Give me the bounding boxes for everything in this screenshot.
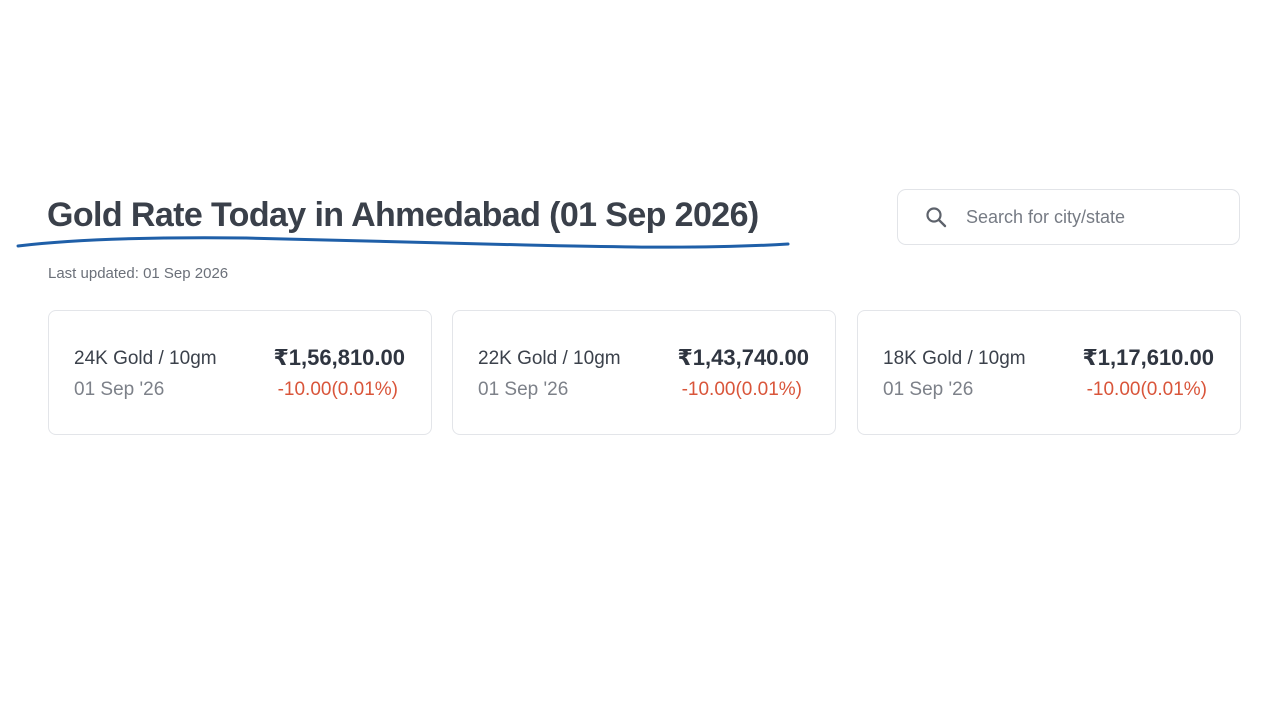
rate-card-18k[interactable]: 18K Gold / 10gm 01 Sep '26 ₹1,17,610.00 … <box>857 310 1241 435</box>
search-icon <box>922 203 950 231</box>
rate-card-24k[interactable]: 24K Gold / 10gm 01 Sep '26 ₹1,56,810.00 … <box>48 310 432 435</box>
last-updated-text: Last updated: 01 Sep 2026 <box>48 265 229 282</box>
rate-card-date: 01 Sep '26 <box>478 379 569 400</box>
rate-card-change: -10.00(0.01%) <box>681 379 802 400</box>
rate-card-price: ₹1,56,810.00 <box>273 345 405 370</box>
title-underline-decoration <box>16 236 790 249</box>
rate-card-change: -10.00(0.01%) <box>277 379 398 400</box>
search-box[interactable] <box>897 189 1240 245</box>
page-title: Gold Rate Today in Ahmedabad (01 Sep 202… <box>47 196 759 234</box>
rate-card-date: 01 Sep '26 <box>74 379 165 400</box>
rate-card-label: 18K Gold / 10gm <box>883 348 1026 369</box>
search-input[interactable] <box>966 206 1225 228</box>
gold-rate-page: Gold Rate Today in Ahmedabad (01 Sep 202… <box>0 0 1280 720</box>
rate-card-change: -10.00(0.01%) <box>1086 379 1207 400</box>
rate-card-label: 22K Gold / 10gm <box>478 348 621 369</box>
rate-card-label: 24K Gold / 10gm <box>74 348 217 369</box>
rate-card-22k[interactable]: 22K Gold / 10gm 01 Sep '26 ₹1,43,740.00 … <box>452 310 836 435</box>
rate-card-price: ₹1,43,740.00 <box>677 345 809 370</box>
rate-card-date: 01 Sep '26 <box>883 379 974 400</box>
rate-card-price: ₹1,17,610.00 <box>1082 345 1214 370</box>
